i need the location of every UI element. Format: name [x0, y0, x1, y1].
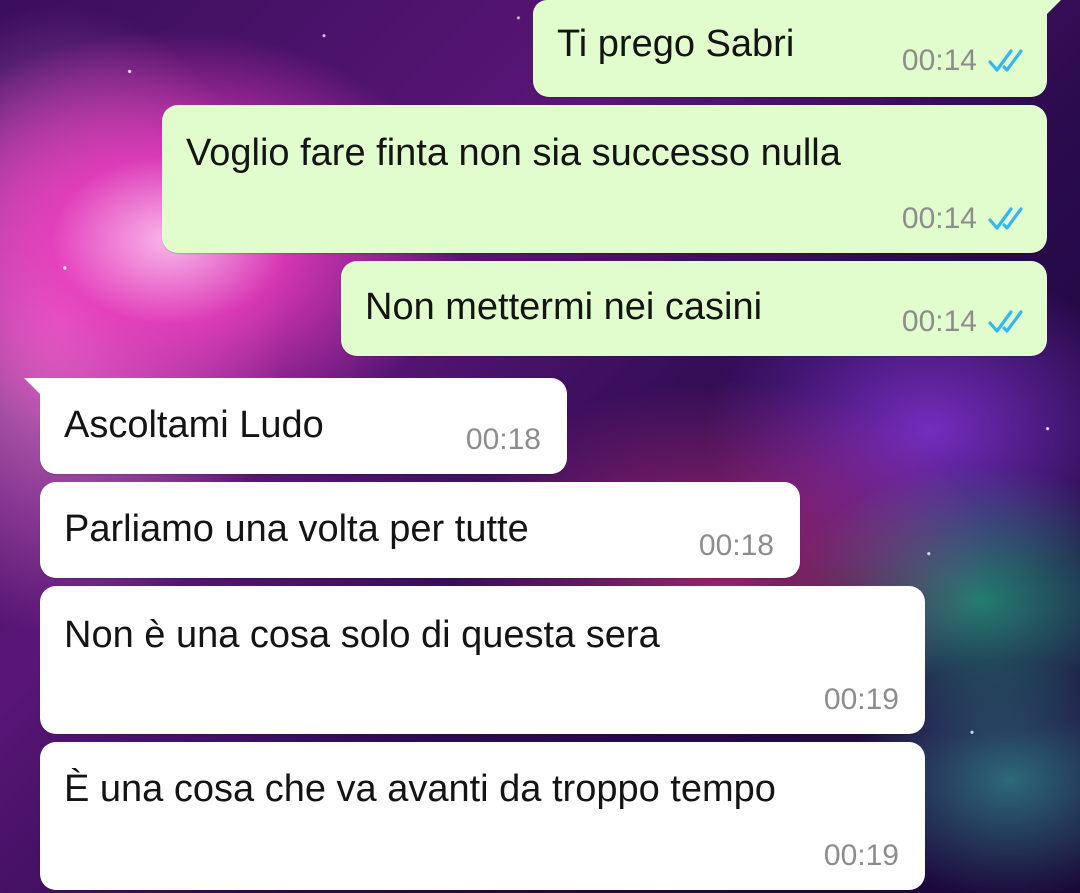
- message-bubble-incoming[interactable]: Non è una cosa solo di questa sera 00:19: [40, 586, 925, 734]
- message-meta: 00:19: [824, 683, 899, 717]
- message-text: È una cosa che va avanti da troppo tempo: [64, 768, 776, 810]
- double-check-read-icon: [987, 47, 1027, 75]
- message-text: Ascoltami Ludo: [64, 404, 324, 446]
- message-time: 00:14: [901, 44, 977, 77]
- message-text: Non mettermi nei casini: [365, 286, 763, 328]
- message-text: Parliamo una volta per tutte: [64, 508, 529, 550]
- message-meta: 00:18: [699, 529, 774, 563]
- message-text: Non è una cosa solo di questa sera: [64, 614, 660, 656]
- message-bubble-outgoing[interactable]: Ti prego Sabri 00:14: [533, 0, 1061, 97]
- message-bubble-outgoing[interactable]: Non mettermi nei casini 00:14: [341, 261, 1047, 356]
- message-bubble-incoming[interactable]: Ascoltami Ludo 00:18: [24, 378, 567, 474]
- double-check-read-icon: [987, 308, 1027, 336]
- message-meta: 00:18: [466, 423, 541, 457]
- double-check-read-icon: [987, 205, 1027, 233]
- message-bubble-incoming[interactable]: È una cosa che va avanti da troppo tempo…: [40, 742, 925, 890]
- chat-message-list[interactable]: Ti prego Sabri 00:14 Voglio fare finta n…: [0, 0, 1080, 893]
- message-text: Voglio fare finta non sia successo nulla: [186, 132, 841, 174]
- message-time: 00:18: [698, 529, 774, 562]
- message-bubble-incoming[interactable]: Parliamo una volta per tutte 00:18: [40, 482, 800, 578]
- bubble-tail: [1039, 0, 1061, 22]
- message-time: 00:14: [901, 202, 977, 235]
- message-time: 00:18: [465, 423, 541, 456]
- bubble-tail: [24, 378, 48, 402]
- message-bubble-outgoing[interactable]: Voglio fare finta non sia successo nulla…: [162, 105, 1047, 253]
- message-text: Ti prego Sabri: [557, 23, 795, 65]
- message-time: 00:19: [823, 683, 899, 716]
- message-time: 00:19: [823, 839, 899, 872]
- message-meta: 00:14: [902, 202, 1027, 236]
- message-meta: 00:14: [902, 305, 1027, 339]
- message-time: 00:14: [901, 305, 977, 338]
- message-meta: 00:14: [902, 44, 1027, 78]
- message-meta: 00:19: [824, 839, 899, 873]
